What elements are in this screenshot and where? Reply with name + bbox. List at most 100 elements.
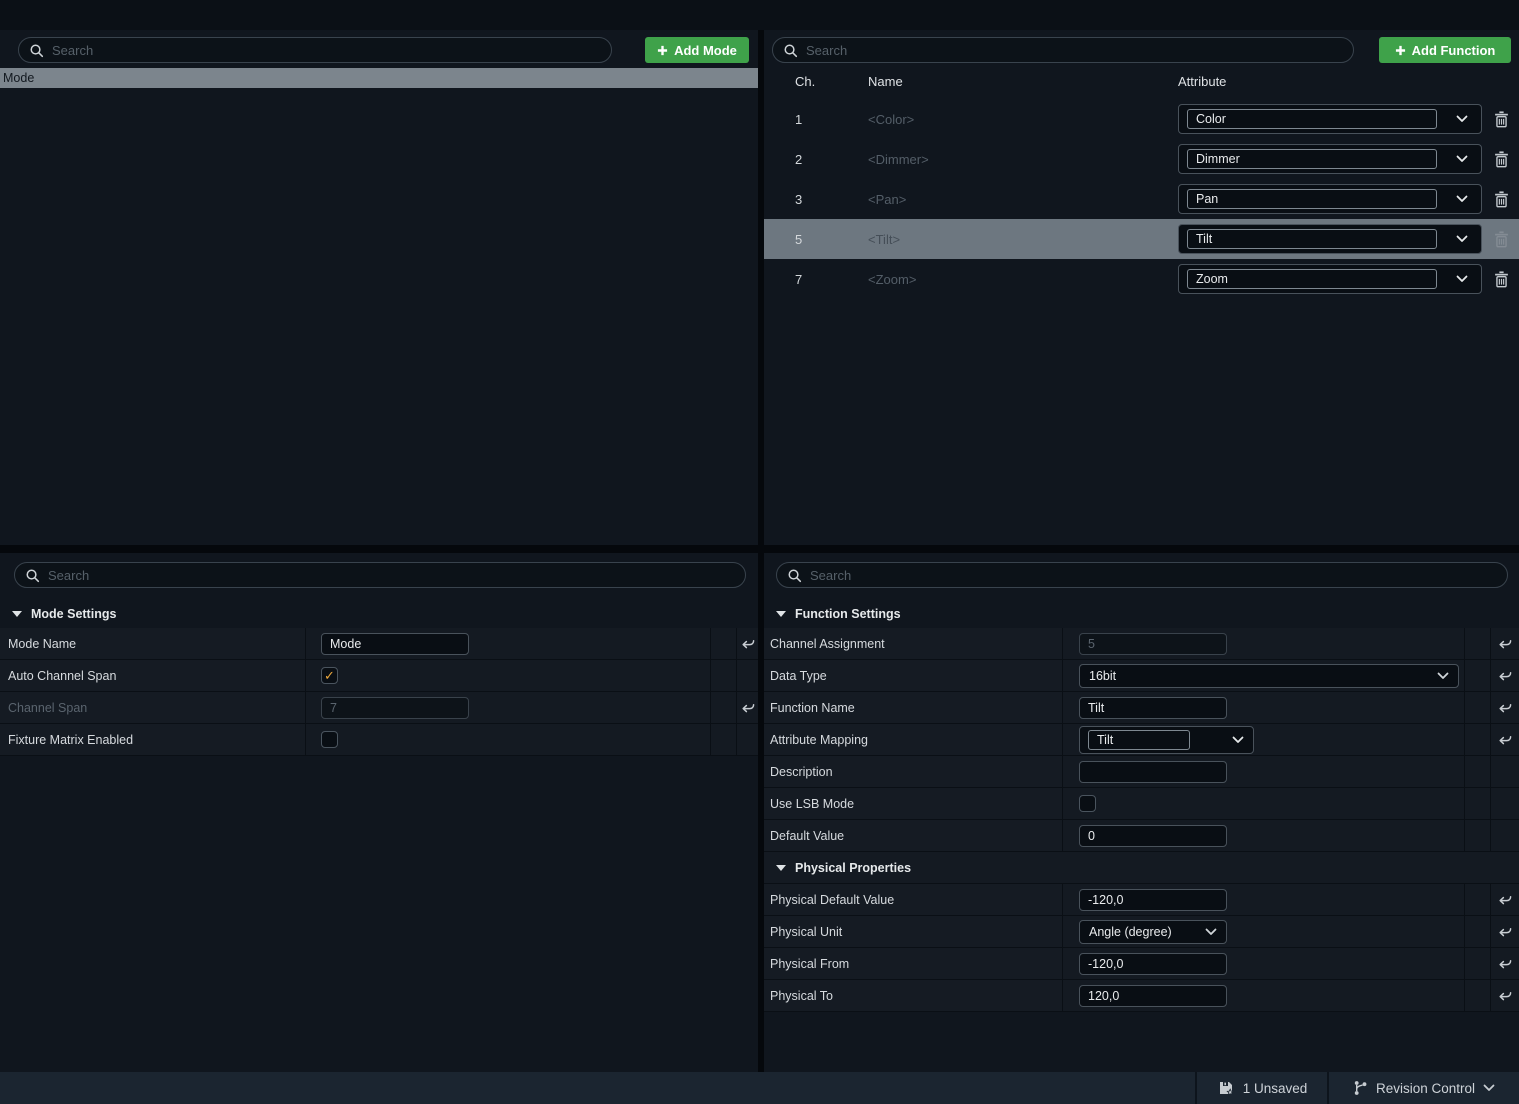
delete-function-button[interactable] [1490,111,1512,128]
revert-button[interactable] [1498,669,1512,682]
channel-number: 2 [764,152,868,167]
field-label: Fixture Matrix Enabled [0,724,305,755]
function-name: <Dimmer> [868,152,1178,167]
attribute-value[interactable]: Pan [1187,189,1437,209]
physical-properties-title: Physical Properties [795,861,911,875]
function-settings-section-header[interactable]: Function Settings [764,600,1519,628]
field-label: Physical To [764,980,1062,1011]
mode-name-input[interactable] [321,633,469,655]
attribute-mapping-value[interactable]: Tilt [1088,730,1190,750]
function-row[interactable]: 7 <Zoom> Zoom [764,259,1519,299]
search-icon [25,568,40,583]
revision-control-button[interactable]: Revision Control [1327,1072,1519,1104]
settings-row-mode-name: Mode Name [0,628,758,660]
function-row[interactable]: 1 <Color> Color [764,99,1519,139]
column-header-attribute: Attribute [1178,74,1226,89]
chevron-down-icon [1456,235,1468,243]
functions-search[interactable] [772,37,1354,63]
function-settings-search-row [764,553,1519,588]
function-name: <Color> [868,112,1178,127]
attribute-dropdown[interactable]: Zoom [1178,264,1482,294]
description-input[interactable] [1079,761,1227,783]
default-value-input[interactable] [1079,825,1227,847]
settings-row-description: Description [764,756,1519,788]
attribute-value[interactable]: Tilt [1187,229,1437,249]
revert-icon [1498,701,1512,714]
auto-channel-span-checkbox[interactable] [321,667,338,684]
function-row[interactable]: 3 <Pan> Pan [764,179,1519,219]
use-lsb-mode-checkbox[interactable] [1079,795,1096,812]
search-icon [29,43,44,58]
revert-icon [1498,637,1512,650]
revert-button[interactable] [1498,733,1512,746]
mode-settings-search-input[interactable] [48,568,735,583]
add-mode-button[interactable]: Add Mode [645,37,749,63]
settings-row-auto-channel-span: Auto Channel Span [0,660,758,692]
modes-search-input[interactable] [52,43,601,58]
function-settings-search-input[interactable] [810,568,1497,583]
functions-search-input[interactable] [806,43,1343,58]
revert-button[interactable] [1498,957,1512,970]
field-label: Mode Name [0,628,305,659]
physical-properties-section-header[interactable]: Physical Properties [764,852,1519,884]
physical-from-input[interactable] [1079,953,1227,975]
modes-search[interactable] [18,37,612,63]
unsaved-label: 1 Unsaved [1243,1081,1308,1096]
triangle-down-icon [776,611,786,617]
functions-table-header: Ch. Name Attribute [764,63,1519,99]
channel-number: 7 [764,272,868,287]
unsaved-changes-button[interactable]: 1 Unsaved [1195,1072,1327,1104]
branch-icon [1353,1080,1368,1096]
delete-function-button[interactable] [1490,191,1512,208]
field-label: Description [764,756,1062,787]
revert-icon [741,701,755,714]
delete-function-button[interactable] [1490,151,1512,168]
physical-to-input[interactable] [1079,985,1227,1007]
field-label: Use LSB Mode [764,788,1062,819]
field-label: Channel Assignment [764,628,1062,659]
revert-button[interactable] [1498,989,1512,1002]
revert-button[interactable] [1498,925,1512,938]
mode-list-item[interactable]: Mode [0,68,758,88]
revert-button[interactable] [741,637,755,650]
function-row-selected[interactable]: 5 <Tilt> Tilt [764,219,1519,259]
channel-assignment-input [1079,633,1227,655]
column-header-name: Name [868,74,1178,89]
add-function-button[interactable]: Add Function [1379,37,1511,63]
attribute-dropdown[interactable]: Dimmer [1178,144,1482,174]
revert-button[interactable] [741,701,755,714]
attribute-value[interactable]: Color [1187,109,1437,129]
field-label: Attribute Mapping [764,724,1062,755]
attribute-dropdown[interactable]: Tilt [1178,224,1482,254]
attribute-mapping-dropdown[interactable]: Tilt [1079,726,1254,754]
revert-icon [1498,893,1512,906]
revert-button[interactable] [1498,701,1512,714]
fixture-matrix-checkbox[interactable] [321,731,338,748]
mode-settings-section-header[interactable]: Mode Settings [0,600,758,628]
function-row[interactable]: 2 <Dimmer> Dimmer [764,139,1519,179]
triangle-down-icon [12,611,22,617]
mode-settings-search-row [0,553,758,588]
physical-unit-dropdown[interactable]: Angle (degree) [1079,920,1227,944]
window-top-strip [0,0,1519,30]
delete-function-button[interactable] [1490,231,1512,248]
mode-settings-search[interactable] [14,562,746,588]
modes-toolbar: Add Mode [0,30,758,63]
plus-icon [657,45,668,56]
settings-row-fixture-matrix: Fixture Matrix Enabled [0,724,758,756]
revert-button[interactable] [1498,637,1512,650]
chevron-down-icon [1456,275,1468,283]
attribute-dropdown[interactable]: Color [1178,104,1482,134]
attribute-value[interactable]: Dimmer [1187,149,1437,169]
revert-icon [1498,989,1512,1002]
function-name-input[interactable] [1079,697,1227,719]
field-label: Channel Span [0,692,305,723]
revert-button[interactable] [1498,893,1512,906]
data-type-dropdown[interactable]: 16bit [1079,664,1459,688]
function-settings-search[interactable] [776,562,1508,588]
attribute-value[interactable]: Zoom [1187,269,1437,289]
delete-function-button[interactable] [1490,271,1512,288]
chevron-down-icon [1456,195,1468,203]
physical-default-value-input[interactable] [1079,889,1227,911]
attribute-dropdown[interactable]: Pan [1178,184,1482,214]
